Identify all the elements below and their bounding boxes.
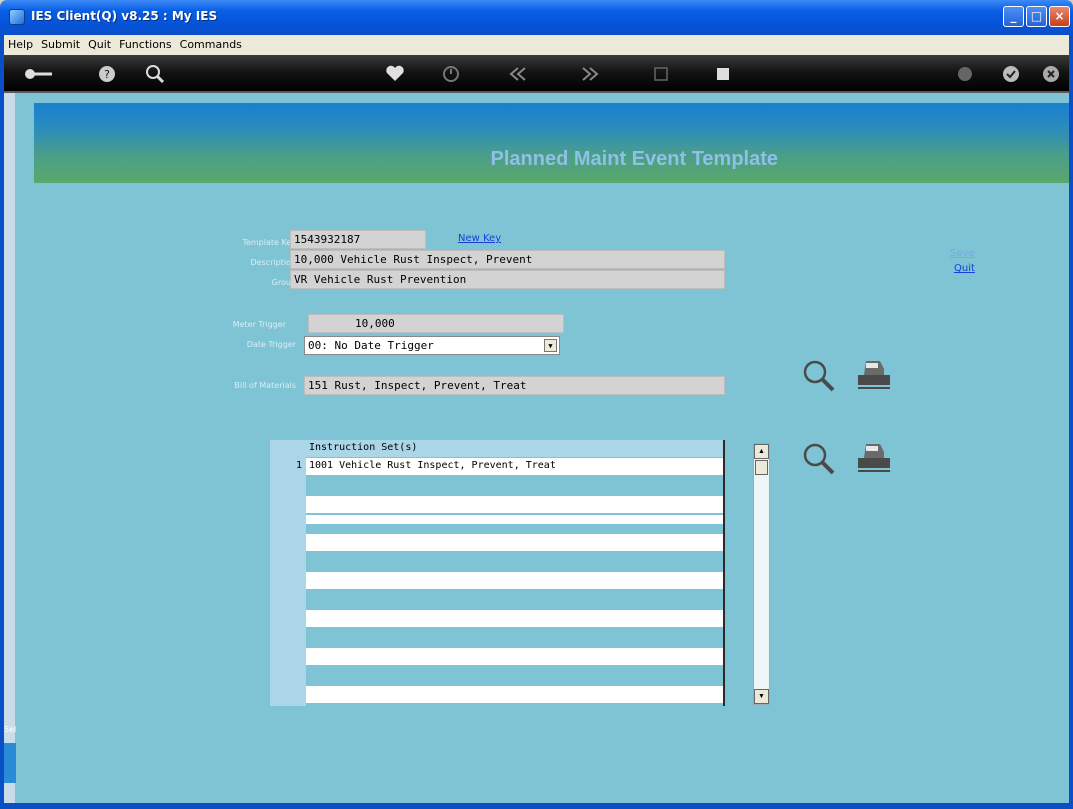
- close-icon[interactable]: [1040, 63, 1062, 85]
- menu-submit[interactable]: Submit: [37, 35, 84, 51]
- key-icon[interactable]: [22, 63, 62, 85]
- svg-text:?: ?: [104, 68, 110, 81]
- date-trigger-select[interactable]: 00: No Date Trigger ▼: [304, 336, 560, 355]
- tab-icon[interactable]: [650, 63, 672, 85]
- meter-trigger-field[interactable]: 10,000: [308, 314, 564, 333]
- table-row-empty[interactable]: [306, 496, 723, 513]
- search-icon[interactable]: [144, 63, 166, 85]
- left-panel-strip: Sel: [4, 93, 16, 803]
- menu-commands[interactable]: Commands: [176, 35, 246, 51]
- table-cell: 1001 Vehicle Rust Inspect, Prevent, Trea…: [309, 460, 556, 471]
- window-title: IES Client(Q) v8.25 : My IES: [31, 9, 218, 23]
- check-icon[interactable]: [1000, 63, 1022, 85]
- sel-tab-label: Sel: [4, 725, 17, 734]
- row-number-gutter: 1: [270, 440, 306, 706]
- header-banner: Planned Maint Event Template: [34, 103, 1069, 183]
- vertical-scrollbar[interactable]: ▲ ▼: [753, 443, 770, 705]
- quit-link[interactable]: Quit: [954, 263, 975, 274]
- table-row-empty[interactable]: [306, 534, 723, 551]
- heart-icon[interactable]: [384, 63, 406, 85]
- info-icon[interactable]: [954, 63, 976, 85]
- app-icon: [9, 9, 25, 25]
- scroll-down-icon[interactable]: ▼: [754, 689, 769, 704]
- meter-trigger-label: Meter Trigger: [232, 320, 286, 329]
- table-row-empty[interactable]: [306, 515, 723, 524]
- date-trigger-label: Date Trigger: [246, 340, 296, 349]
- app-window: IES Client(Q) v8.25 : My IES _ □ × Help S…: [0, 0, 1073, 809]
- clock-icon[interactable]: [440, 63, 462, 85]
- bom-field[interactable]: 151 Rust, Inspect, Prevent, Treat: [304, 376, 725, 395]
- chevron-down-icon[interactable]: ▼: [544, 339, 557, 352]
- toolbar: ?: [4, 55, 1069, 93]
- save-link[interactable]: Save: [950, 248, 975, 259]
- bom-label: Bill of Materials: [234, 381, 296, 390]
- window-border-right: [1069, 35, 1073, 809]
- menu-quit[interactable]: Quit: [84, 35, 115, 51]
- table-row-empty[interactable]: [306, 686, 723, 703]
- template-key-label: Template Key: [242, 238, 296, 247]
- forward-icon[interactable]: [578, 63, 602, 85]
- new-key-link[interactable]: New Key: [458, 233, 501, 244]
- printer-icon[interactable]: [854, 355, 890, 391]
- magnifier-icon[interactable]: [801, 358, 837, 394]
- grid-rows: Instruction Set(s) 1001 Vehicle Rust Ins…: [306, 440, 725, 706]
- maximize-button[interactable]: □: [1026, 6, 1047, 27]
- group-label: Group: [271, 278, 296, 287]
- table-row-empty[interactable]: [306, 610, 723, 627]
- left-panel-button[interactable]: [4, 743, 16, 783]
- menu-functions[interactable]: Functions: [115, 35, 176, 51]
- page-title: Planned Maint Event Template: [490, 148, 778, 170]
- grid-header: Instruction Set(s): [306, 440, 723, 457]
- scroll-thumb[interactable]: [755, 460, 768, 475]
- help-icon[interactable]: ?: [96, 63, 118, 85]
- title-bar: IES Client(Q) v8.25 : My IES _ □ ×: [0, 0, 1073, 35]
- minimize-button[interactable]: _: [1003, 6, 1024, 27]
- table-row-empty[interactable]: [306, 572, 723, 589]
- date-trigger-value: 00: No Date Trigger: [308, 339, 434, 352]
- grid-header-label: Instruction Set(s): [309, 442, 418, 453]
- rewind-icon[interactable]: [506, 63, 530, 85]
- menu-bar: Help Submit Quit Functions Commands: [4, 35, 1069, 55]
- table-row[interactable]: 1001 Vehicle Rust Inspect, Prevent, Trea…: [306, 458, 723, 475]
- description-field[interactable]: 10,000 Vehicle Rust Inspect, Prevent: [290, 250, 725, 269]
- magnifier-icon-2[interactable]: [801, 441, 837, 477]
- printer-icon-2[interactable]: [854, 438, 890, 474]
- template-key-field[interactable]: 1543932187: [290, 230, 426, 249]
- window-border-bottom: [4, 803, 1069, 809]
- table-row-empty[interactable]: [306, 648, 723, 665]
- main-content: Planned Maint Event Template Template Ke…: [16, 93, 1069, 803]
- group-field[interactable]: VR Vehicle Rust Prevention: [290, 270, 725, 289]
- row-number: 1: [296, 460, 303, 471]
- stop-icon[interactable]: [712, 63, 734, 85]
- description-label: Description: [250, 258, 296, 267]
- menu-help[interactable]: Help: [4, 35, 37, 51]
- close-window-button[interactable]: ×: [1049, 6, 1070, 27]
- instruction-set-grid: 1 Instruction Set(s) 1001 Vehicle Rust I…: [270, 440, 725, 706]
- scroll-up-icon[interactable]: ▲: [754, 444, 769, 459]
